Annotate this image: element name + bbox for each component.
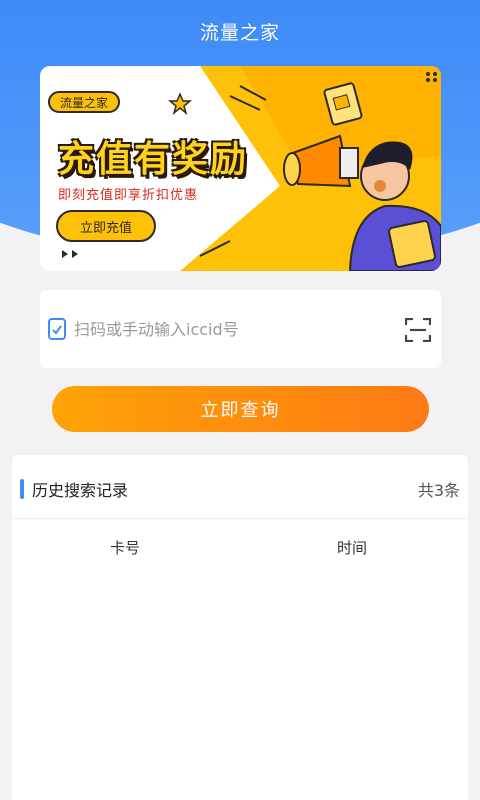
banner-tag: 流量之家 — [48, 91, 121, 113]
banner-headline: 充值有奖励 — [58, 139, 249, 180]
history-title: 历史搜索记录 — [32, 481, 129, 500]
history-count: 共3条 — [417, 481, 460, 500]
history-panel: 历史搜索记录 共3条 卡号 时间 — [12, 455, 468, 800]
promo-banner[interactable]: 流量之家 充值有奖励 即刻充值即享折扣优惠 立即充值 — [40, 66, 441, 271]
column-header-time: 时间 — [337, 539, 368, 557]
page-title: 流量之家 — [199, 21, 280, 44]
iccid-search-card — [40, 290, 441, 368]
column-header-card-number: 卡号 — [110, 539, 141, 557]
recharge-button[interactable]: 立即充值 — [56, 210, 156, 242]
iccid-input[interactable] — [74, 310, 394, 348]
query-button[interactable]: 立即查询 — [52, 386, 429, 432]
scan-icon[interactable] — [405, 318, 431, 342]
history-header: 历史搜索记录 共3条 — [12, 455, 468, 519]
history-accent-bar — [20, 479, 24, 499]
document-check-icon — [48, 318, 66, 340]
banner-subline: 即刻充值即享折扣优惠 — [58, 188, 199, 203]
